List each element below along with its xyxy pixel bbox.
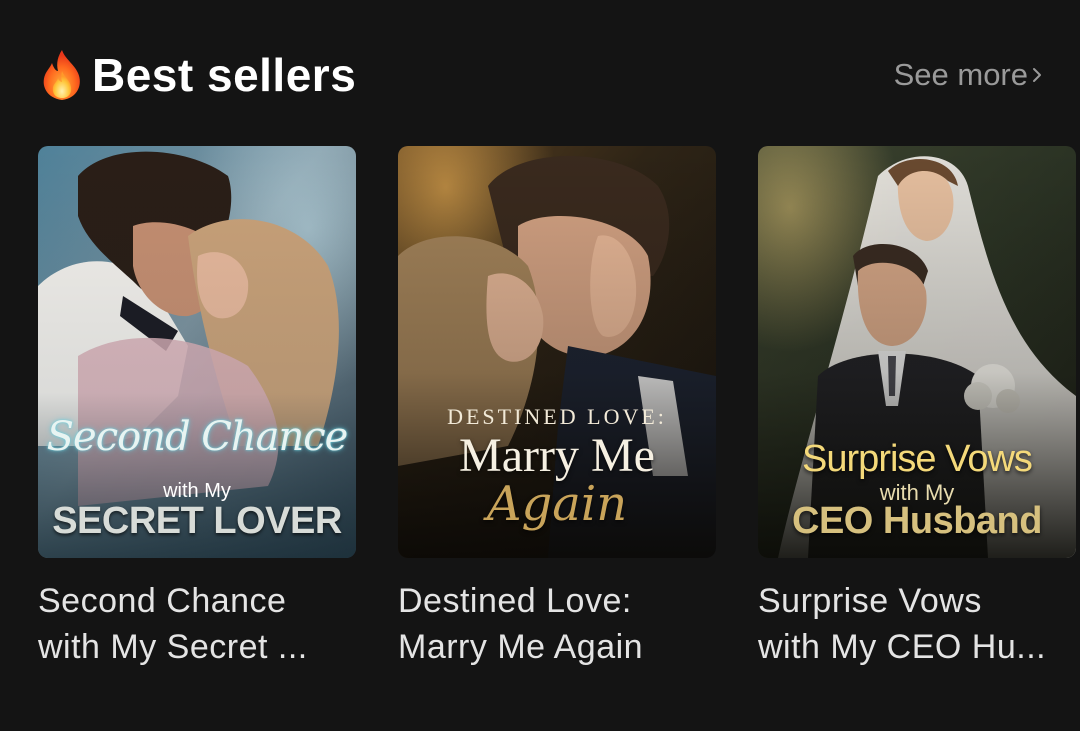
book-title[interactable]: Second Chance with My Secret ...: [38, 578, 356, 670]
cover-main-title: Surprise Vows: [802, 438, 1033, 480]
cover-main-title: Marry Me: [459, 429, 655, 482]
book-title-line-1: Surprise Vows: [758, 582, 982, 620]
cover-secondary-title: CEO Husband: [792, 500, 1042, 542]
section-header: Best sellers See more: [38, 46, 1044, 106]
book-title-line-2: with My Secret ...: [38, 628, 308, 666]
chevron-right-icon: [1033, 68, 1041, 82]
book-title[interactable]: Destined Love: Marry Me Again: [398, 578, 716, 670]
fire-icon: [43, 50, 80, 100]
book-card-destined-love[interactable]: DESTINED LOVE: Marry Me Again Destined L…: [398, 146, 716, 670]
cover-script-title: Again: [486, 476, 628, 532]
book-title-line-1: Destined Love:: [398, 582, 632, 620]
cover-script-title: Second Chance: [46, 414, 349, 460]
cover-main-title: SECRET LOVER: [52, 500, 342, 542]
book-title-line-2: Marry Me Again: [398, 628, 644, 666]
book-card-surprise-vows[interactable]: Surprise Vows with My CEO Husband Surpri…: [758, 146, 1076, 670]
book-title[interactable]: Surprise Vows with My CEO Hu...: [758, 578, 1076, 670]
book-card-second-chance[interactable]: Second Chance with My SECRET LOVER Secon…: [38, 146, 356, 670]
section-title: Best sellers: [92, 49, 357, 101]
see-more-label: See more: [893, 57, 1028, 92]
cover-kicker: DESTINED LOVE:: [447, 404, 667, 429]
book-title-line-2: with My CEO Hu...: [758, 628, 1047, 666]
book-cover[interactable]: Second Chance with My SECRET LOVER: [38, 146, 356, 558]
see-more-link[interactable]: See more: [894, 54, 1044, 96]
book-title-line-1: Second Chance: [38, 582, 287, 620]
book-cover[interactable]: Surprise Vows with My CEO Husband: [758, 146, 1076, 558]
book-cover[interactable]: DESTINED LOVE: Marry Me Again: [398, 146, 716, 558]
